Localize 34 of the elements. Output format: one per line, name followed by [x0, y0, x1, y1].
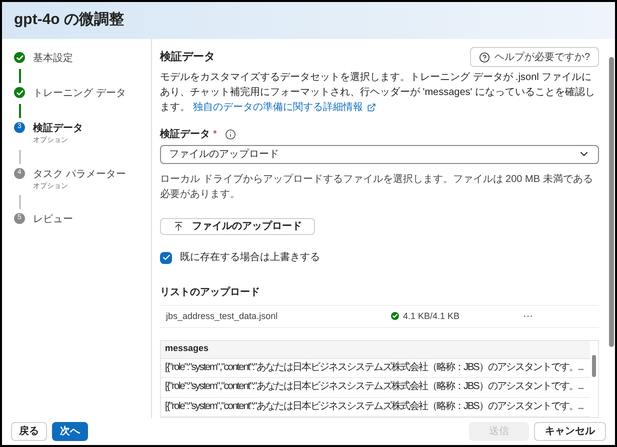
overwrite-checkbox[interactable]	[160, 252, 172, 264]
field-label: 検証データ	[160, 128, 210, 142]
step-label[interactable]: レビュー	[33, 212, 73, 227]
upload-icon	[173, 220, 184, 232]
back-button[interactable]: 戻る	[11, 422, 47, 441]
cancel-button[interactable]: キャンセル	[534, 422, 606, 441]
column-header: messages	[161, 340, 590, 359]
more-options-button[interactable]: ···	[523, 308, 533, 324]
info-icon	[224, 129, 236, 140]
step-label[interactable]: タスク パラメーター	[33, 166, 126, 182]
scrollbar-thumb[interactable]	[592, 354, 596, 377]
window-title: gpt-4o の微調整	[14, 10, 124, 30]
step-label[interactable]: トレーニング データ	[33, 86, 126, 101]
section-title: 検証データ	[160, 50, 215, 65]
file-name: jbs_address_test_data.jsonl	[166, 310, 279, 323]
table-cell: [{"role":"system","content":"あなたは日本ビジネスシステムズ株式会社（略称：JBS）のアシスタントです。...	[165, 400, 584, 414]
table-cell: [{"role":"system","content":"あなたは日本ビジネスシステムズ株式会社（略称：JBS）のアシスタントです。...	[165, 380, 584, 394]
checkbox-label: 既に存在する場合は上書きする	[180, 250, 320, 266]
external-link-icon	[366, 103, 376, 112]
validation-data-dropdown[interactable]: ファイルのアップロード	[160, 145, 599, 164]
upload-button[interactable]: ファイルのアップロード	[160, 218, 315, 236]
upload-progress: 4.1 KB/4.1 KB	[403, 310, 461, 323]
description: モデルをカスタマイズするデータセットを選択します。トレーニング データが .jsonl ファイルにあり、チャット補完用にフォーマットされ、行ヘッダーが 'messages' になっていることを確認します。 独自のデータの準備に関する詳細情報	[160, 71, 596, 115]
step-label[interactable]: 検証データ	[33, 121, 83, 136]
required-mark: *	[213, 128, 217, 142]
help-button[interactable]: ヘルプが必要ですか?	[470, 47, 599, 67]
uploads-title: リストのアップロード	[160, 285, 261, 300]
help-icon	[479, 52, 490, 62]
learn-more-link[interactable]: 独自のデータの準備に関する詳細情報	[192, 100, 376, 115]
step-label[interactable]: 基本設定	[33, 51, 73, 66]
scrollbar-thumb[interactable]	[608, 57, 614, 347]
hint-text: ローカル ドライブからアップロードするファイルを選択します。ファイルは 200 MB 未満である必要があります。	[160, 172, 594, 202]
next-button[interactable]: 次へ	[52, 422, 88, 441]
table-cell: [{"role":"system","content":"あなたは日本ビジネスシステムズ株式会社（略称：JBS）のアシスタントです。...	[165, 361, 584, 376]
